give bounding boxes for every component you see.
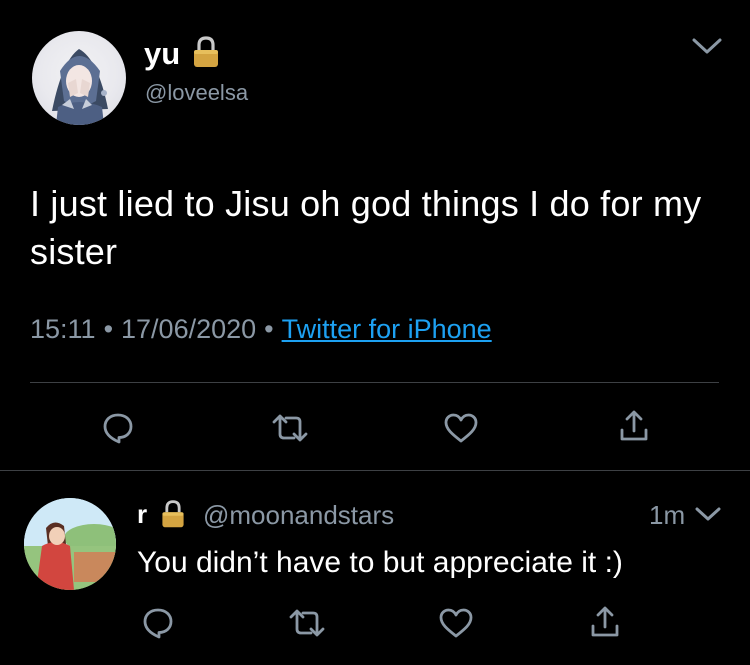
share-icon bbox=[591, 606, 619, 637]
reply-author-handle[interactable]: @moonandstars bbox=[203, 499, 394, 531]
like-button[interactable] bbox=[437, 606, 475, 640]
retweet-button[interactable] bbox=[270, 412, 310, 444]
tweet-meta: 15:11 • 17/06/2020 • Twitter for iPhone bbox=[30, 314, 492, 345]
tweet-date: 17/06/2020 bbox=[121, 314, 257, 344]
retweet-button[interactable] bbox=[287, 607, 327, 639]
share-icon bbox=[620, 410, 648, 441]
tweet-time: 15:11 bbox=[30, 314, 96, 344]
share-button[interactable] bbox=[588, 604, 622, 640]
reply-author-name[interactable]: r bbox=[137, 498, 147, 530]
avatar-illustration bbox=[24, 498, 116, 590]
divider bbox=[0, 470, 750, 471]
author-name[interactable]: yu bbox=[144, 36, 180, 72]
retweet-icon bbox=[289, 609, 325, 637]
reply-icon bbox=[103, 413, 133, 444]
heart-icon bbox=[439, 608, 473, 638]
author-handle[interactable]: @loveelsa bbox=[145, 80, 248, 106]
divider bbox=[30, 382, 719, 383]
reply-avatar[interactable] bbox=[24, 498, 116, 590]
tweet-text: I just lied to Jisu oh god things I do f… bbox=[30, 183, 702, 272]
reply-button[interactable] bbox=[140, 605, 176, 641]
meta-separator: • bbox=[103, 314, 114, 344]
reply-timestamp[interactable]: 1m bbox=[649, 499, 685, 531]
reply-icon bbox=[143, 608, 173, 639]
reply-button[interactable] bbox=[100, 410, 136, 446]
tweet-source-link[interactable]: Twitter for iPhone bbox=[282, 314, 492, 344]
retweet-icon bbox=[272, 414, 308, 442]
chevron-down-icon[interactable] bbox=[694, 505, 722, 523]
lock-icon bbox=[189, 35, 223, 69]
like-button[interactable] bbox=[442, 411, 480, 445]
heart-icon bbox=[444, 413, 478, 443]
chevron-down-icon[interactable] bbox=[691, 36, 723, 56]
avatar[interactable] bbox=[32, 31, 126, 125]
share-button[interactable] bbox=[617, 408, 651, 444]
meta-separator: • bbox=[264, 314, 274, 344]
reply-text: You didn’t have to but appreciate it :) bbox=[137, 546, 623, 579]
avatar-illustration bbox=[52, 49, 108, 125]
lock-icon bbox=[158, 499, 188, 529]
